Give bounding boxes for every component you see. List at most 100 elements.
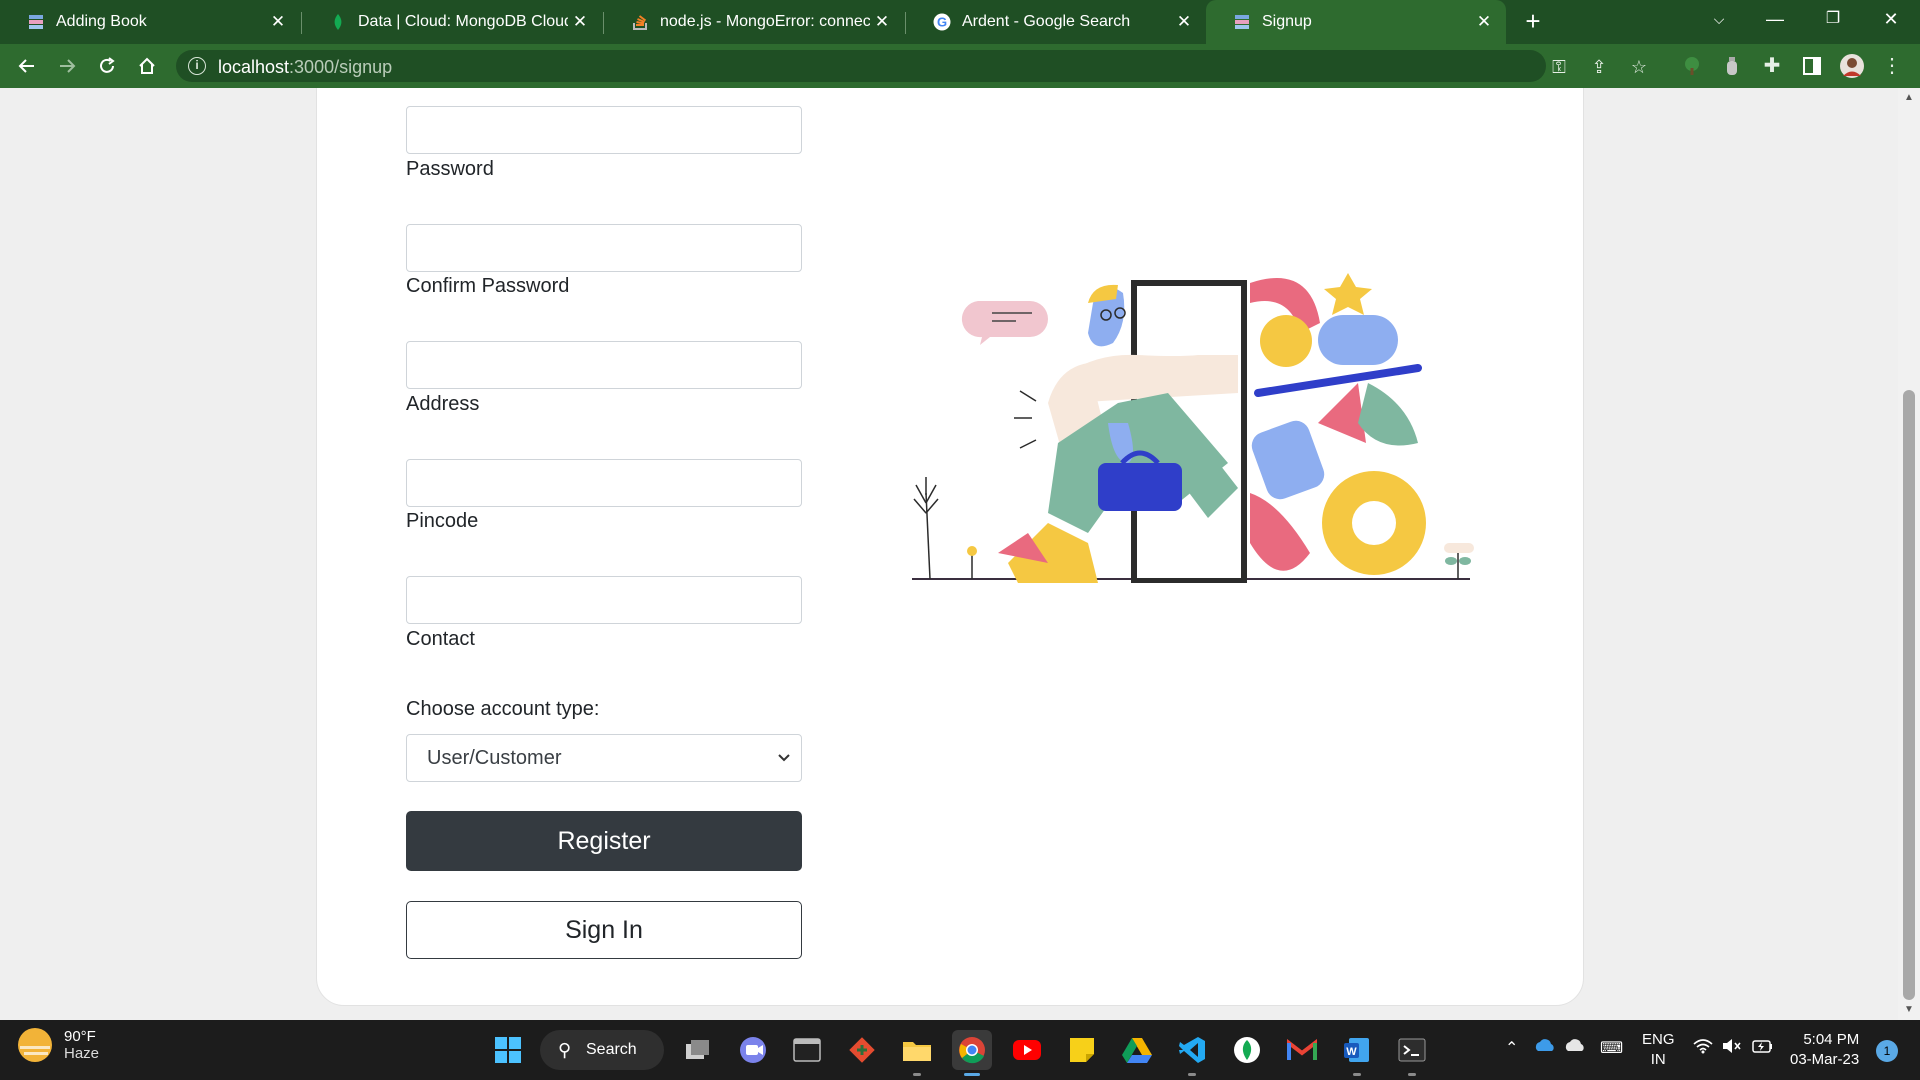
terminal-icon[interactable] [787,1030,827,1070]
address-bar[interactable]: i localhost:3000/signup ⚿ ⇪ ☆ [176,50,1647,82]
system-clock[interactable]: 5:04 PM 03-Mar-23 [1790,1030,1859,1070]
tab-stackoverflow[interactable]: node.js - MongoError: connect EC ✕ [604,0,904,44]
git-icon[interactable] [842,1030,882,1070]
tab-title: node.js - MongoError: connect EC [660,13,870,30]
contact-label: Contact [406,628,475,650]
scroll-up-icon[interactable]: ▲ [1903,92,1915,103]
language-indicator[interactable]: ENG IN [1642,1030,1675,1070]
chrome-icon[interactable] [952,1030,992,1076]
onedrive-icon[interactable] [1534,1038,1556,1057]
menu-kebab-icon[interactable]: ⋮ [1878,52,1906,80]
url-text[interactable]: localhost:3000/signup [218,57,392,78]
geometric-shapes [1250,273,1474,579]
new-tab-button[interactable]: + [1519,8,1547,36]
chevron-down-icon [777,735,791,800]
weather-widget[interactable]: 90°F Haze [18,1028,99,1062]
terminal-2-icon[interactable] [1392,1030,1432,1076]
book-icon [1232,12,1252,32]
register-button[interactable]: Register [406,811,802,871]
password-label: Password [406,158,494,180]
sun-haze-icon [18,1028,52,1062]
sticky-notes-icon[interactable] [1062,1030,1102,1070]
show-hidden-icons-icon[interactable]: ⌃ [1505,1038,1518,1058]
vscode-icon[interactable] [1172,1030,1212,1076]
svg-text:W: W [1346,1046,1357,1058]
youtube-icon[interactable] [1007,1030,1047,1070]
onedrive-personal-icon[interactable] [1564,1038,1586,1057]
close-icon[interactable]: ✕ [268,12,288,32]
mongodb-leaf-icon [328,12,348,32]
task-view-icon[interactable] [678,1030,718,1070]
back-button[interactable] [13,52,41,80]
password-input[interactable] [406,106,802,154]
clock-time: 5:04 PM [1803,1031,1860,1048]
notification-badge[interactable]: 1 [1876,1040,1898,1062]
battery-charging-icon[interactable] [1752,1038,1774,1059]
contact-input[interactable] [406,576,802,624]
word-icon[interactable]: W [1337,1030,1377,1076]
google-drive-icon[interactable] [1117,1030,1157,1070]
tab-google-search[interactable]: G Ardent - Google Search ✕ [906,0,1206,44]
close-icon[interactable]: ✕ [1474,12,1494,32]
address-input[interactable] [406,341,802,389]
taskbar-search[interactable]: ⚲ Search [540,1030,664,1070]
gmail-icon[interactable] [1282,1030,1322,1070]
clock-date: 03-Mar-23 [1790,1051,1860,1068]
tab-mongodb[interactable]: Data | Cloud: MongoDB Cloud ✕ [302,0,602,44]
tab-search-icon[interactable]: ⌵ [1696,0,1742,40]
book-icon [26,12,46,32]
tab-title: Ardent - Google Search [962,13,1131,30]
close-window-button[interactable]: ✕ [1868,0,1914,40]
reload-button[interactable] [93,52,121,80]
account-type-label: Choose account type: [406,698,600,720]
bookmark-star-icon[interactable]: ☆ [1628,56,1650,78]
sign-in-button[interactable]: Sign In [406,901,802,959]
key-icon[interactable]: ⚿ [1548,56,1570,78]
active-indicator [964,1073,980,1076]
file-explorer-icon[interactable] [897,1030,937,1076]
language-code: ENG [1642,1031,1675,1048]
home-button[interactable] [133,52,161,80]
wifi-icon[interactable] [1693,1038,1713,1059]
scrollbar-thumb[interactable] [1903,390,1915,1000]
weather-desc: Haze [64,1045,100,1062]
vertical-scrollbar[interactable]: ▲ ▼ [1898,88,1920,1020]
teams-icon[interactable] [733,1030,773,1070]
tab-signup[interactable]: Signup ✕ [1206,0,1506,44]
stackoverflow-icon [630,12,650,32]
muted-speaker-icon[interactable] [1722,1038,1742,1059]
weather-temp: 90°F [64,1028,96,1045]
close-icon[interactable]: ✕ [1174,12,1194,32]
signup-illustration [912,273,1474,583]
scroll-down-icon[interactable]: ▼ [1903,1004,1915,1015]
account-type-value: User/Customer [427,747,562,769]
tab-title: Signup [1262,13,1312,30]
confirm-password-input[interactable] [406,224,802,272]
site-info-icon[interactable]: i [188,57,206,75]
side-panel-icon[interactable] [1798,52,1826,80]
tab-adding-book[interactable]: Adding Book ✕ [0,0,300,44]
pincode-input[interactable] [406,459,802,507]
close-icon[interactable]: ✕ [570,12,590,32]
restore-button[interactable]: ❐ [1810,0,1856,40]
region-code: IN [1650,1051,1666,1068]
minimize-button[interactable]: — [1752,0,1798,40]
extension-tree-icon[interactable] [1678,52,1706,80]
plant-icon [913,477,977,580]
running-indicator [1353,1073,1361,1076]
running-indicator [1188,1073,1196,1076]
account-type-select[interactable]: User/Customer [406,734,802,782]
profile-avatar[interactable] [1838,52,1866,80]
pincode-label: Pincode [406,510,479,532]
extensions-puzzle-icon[interactable]: ✚ [1758,52,1786,80]
extension-bottle-icon[interactable] [1718,52,1746,80]
running-indicator [1408,1073,1416,1076]
keyboard-icon[interactable]: ⌨ [1600,1038,1623,1058]
share-icon[interactable]: ⇪ [1588,56,1610,78]
confirm-password-label: Confirm Password [406,275,570,297]
mongodb-compass-icon[interactable] [1227,1030,1267,1070]
tab-title: Data | Cloud: MongoDB Cloud [358,13,568,30]
forward-button[interactable] [53,52,81,80]
close-icon[interactable]: ✕ [872,12,892,32]
start-button[interactable] [488,1030,528,1070]
